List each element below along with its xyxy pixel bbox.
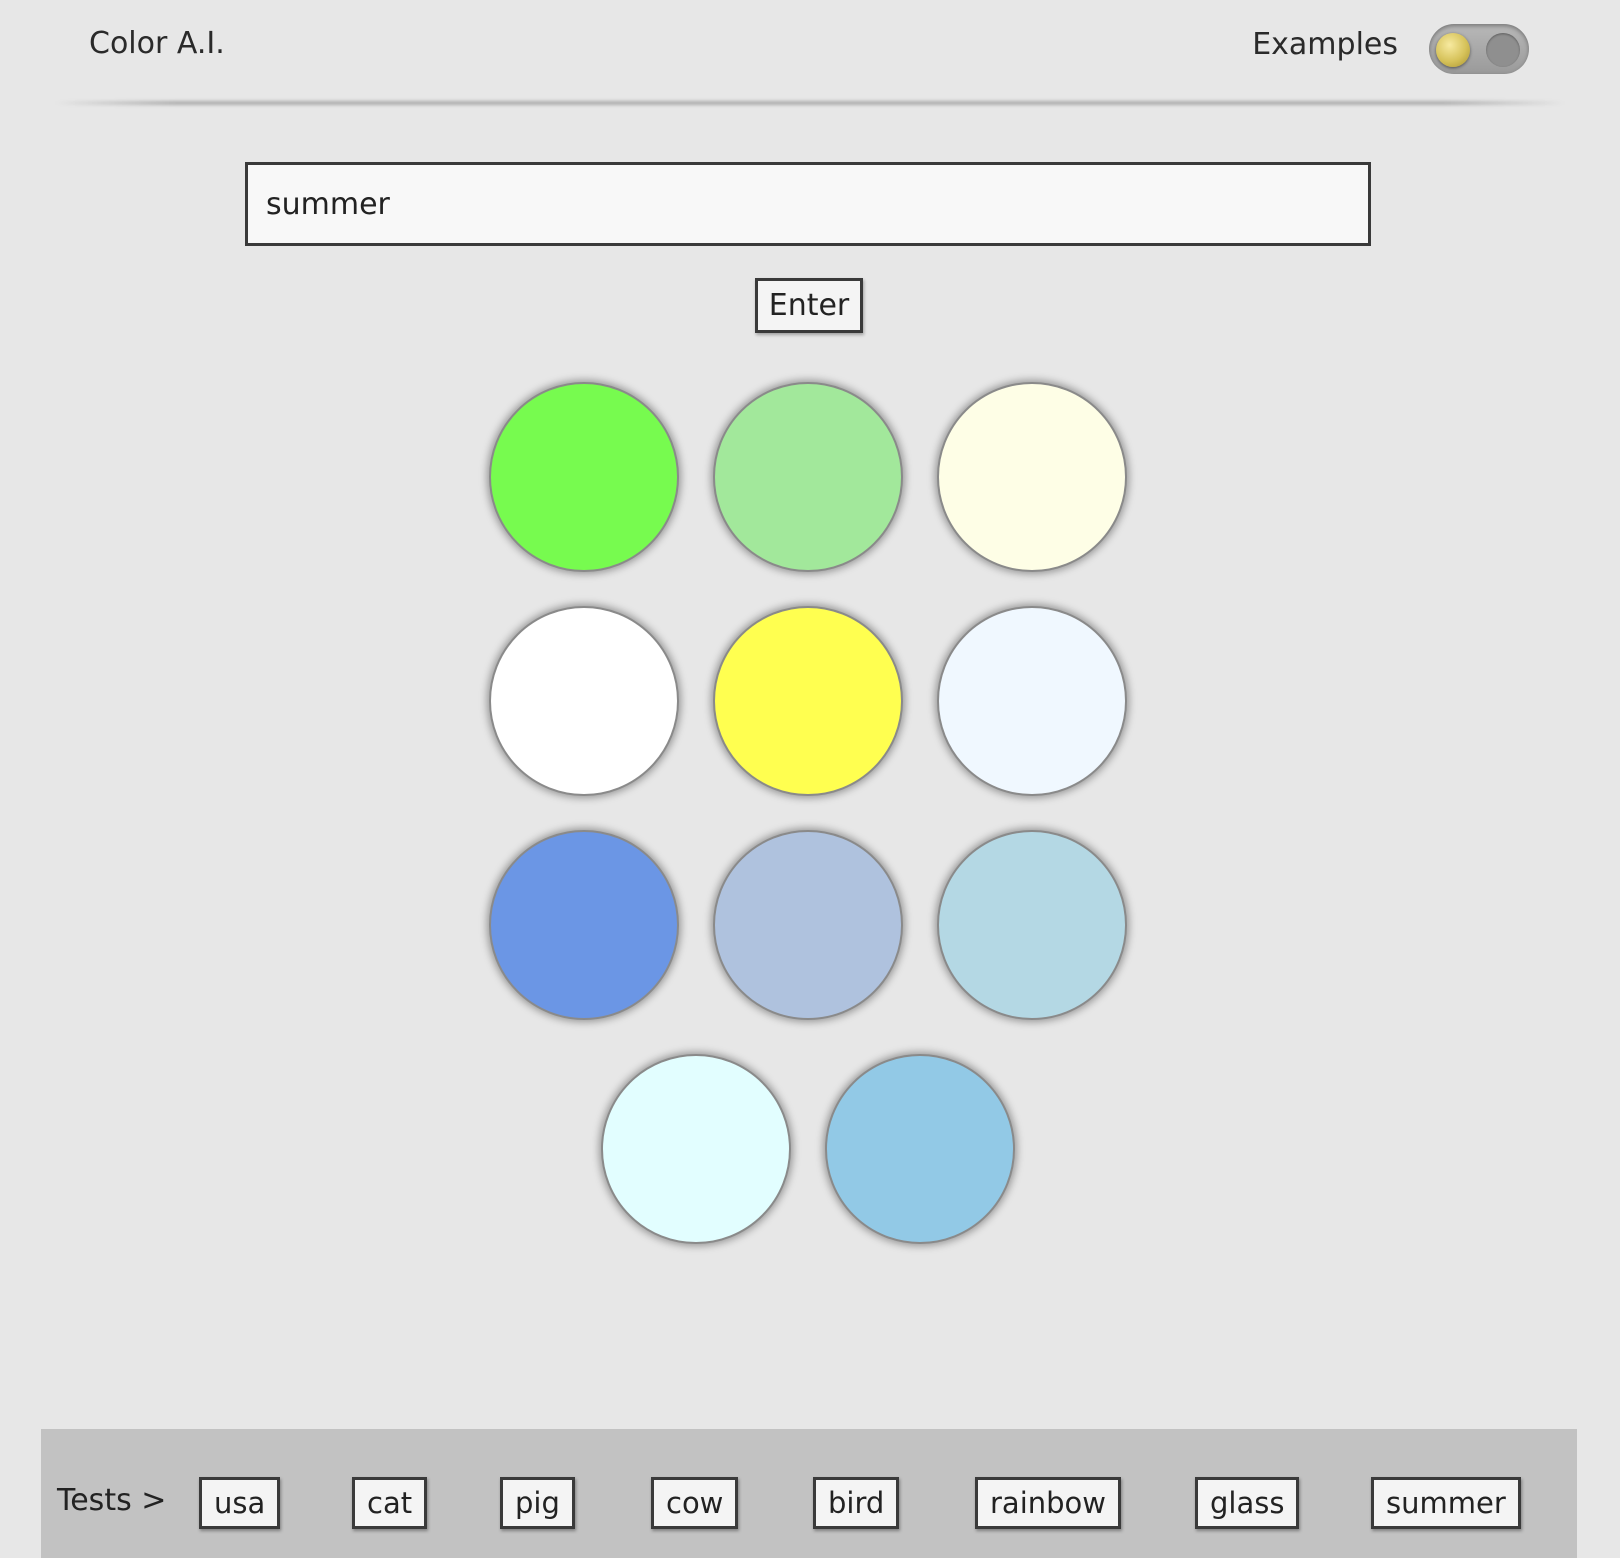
header-divider <box>55 101 1565 105</box>
tests-label: Tests > <box>57 1483 167 1518</box>
color-swatch[interactable] <box>937 606 1127 796</box>
test-button-bird[interactable]: bird <box>813 1477 900 1529</box>
toggle-off-indicator <box>1486 33 1520 67</box>
test-button-usa[interactable]: usa <box>199 1477 281 1529</box>
test-button-cat[interactable]: cat <box>352 1477 428 1529</box>
search-input[interactable] <box>245 162 1371 246</box>
color-swatch[interactable] <box>713 830 903 1020</box>
color-swatch[interactable] <box>601 1054 791 1244</box>
color-swatch[interactable] <box>713 382 903 572</box>
toggle-knob <box>1436 33 1470 67</box>
color-swatch[interactable] <box>937 830 1127 1020</box>
header: Color A.I. Examples <box>0 0 1620 105</box>
examples-toggle[interactable] <box>1429 24 1529 74</box>
examples-label: Examples <box>1252 27 1398 62</box>
color-swatch[interactable] <box>937 382 1127 572</box>
color-swatch[interactable] <box>713 606 903 796</box>
app-title: Color A.I. <box>89 26 225 61</box>
color-swatch[interactable] <box>825 1054 1015 1244</box>
enter-button[interactable]: Enter <box>755 278 863 333</box>
tests-bar: Tests > usa cat pig cow bird rainbow gla… <box>41 1429 1577 1558</box>
test-button-rainbow[interactable]: rainbow <box>975 1477 1121 1529</box>
test-button-cow[interactable]: cow <box>651 1477 739 1529</box>
test-button-summer[interactable]: summer <box>1371 1477 1521 1529</box>
color-swatch[interactable] <box>489 606 679 796</box>
color-swatch[interactable] <box>489 830 679 1020</box>
test-button-glass[interactable]: glass <box>1195 1477 1300 1529</box>
color-swatch[interactable] <box>489 382 679 572</box>
test-button-pig[interactable]: pig <box>500 1477 575 1529</box>
